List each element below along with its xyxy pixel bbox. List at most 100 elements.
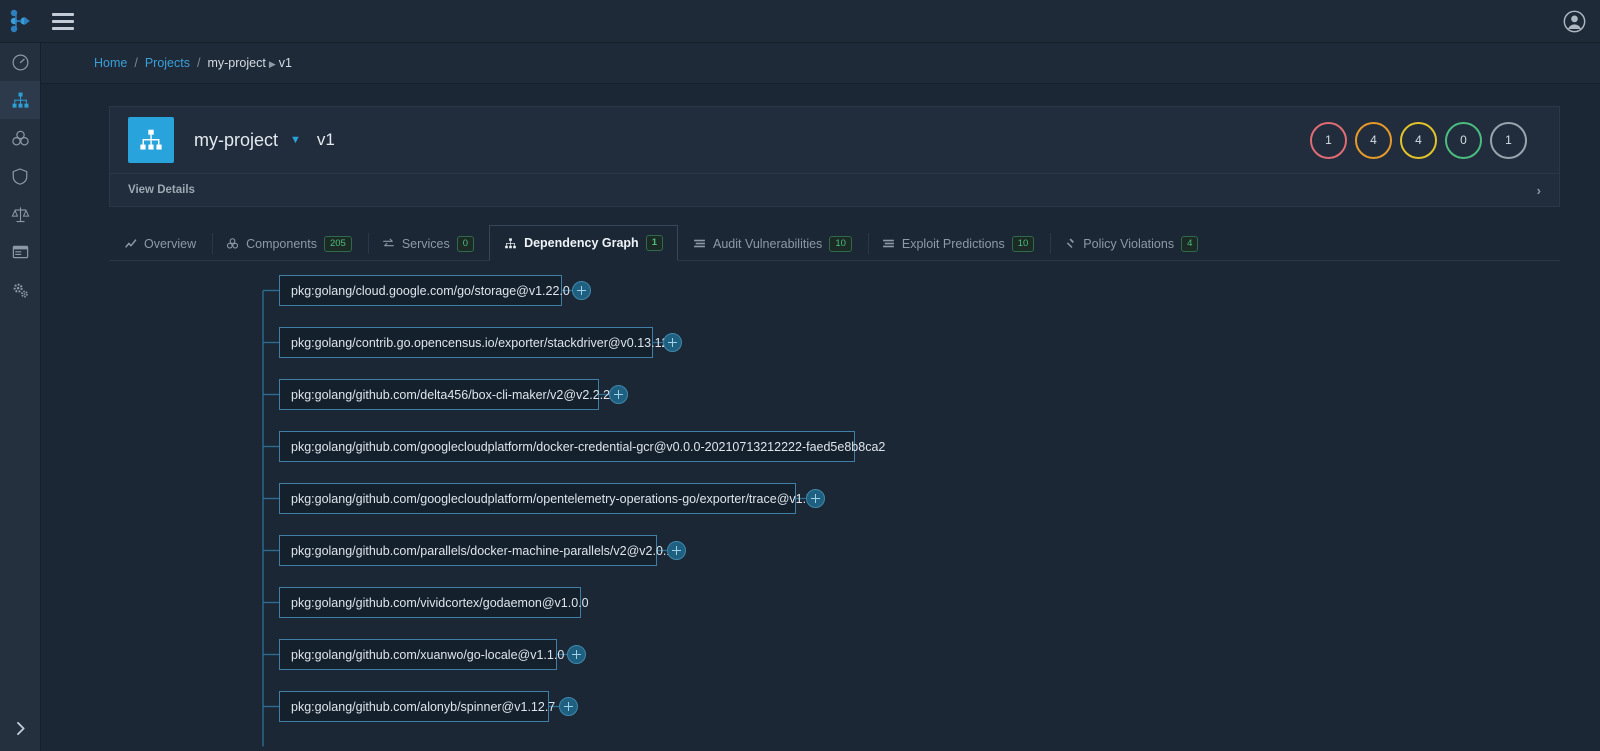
graph-node[interactable]: pkg:golang/github.com/googlecloudplatfor…: [279, 483, 823, 515]
expand-node-button[interactable]: [567, 644, 586, 664]
dependency-graph: pkg:golang/cloud.google.com/go/storage@v…: [109, 261, 1560, 751]
breadcrumb-separator: /: [196, 56, 201, 70]
chart-line-icon: [124, 237, 137, 250]
graph-node-label: pkg:golang/github.com/alonyb/spinner@v1.…: [291, 699, 556, 714]
exchange-icon: [382, 237, 395, 250]
hamburger-bar: [52, 26, 74, 30]
chevron-right-icon: ›: [1536, 182, 1541, 198]
tab-label: Overview: [144, 236, 197, 251]
gavel-icon: [1064, 237, 1076, 250]
graph-node[interactable]: pkg:golang/github.com/parallels/docker-m…: [279, 535, 673, 567]
tab-bar: Overview Components 205 Services 0 Dependency…: [109, 225, 1560, 262]
tab-label: Policy Violations: [1083, 236, 1175, 251]
project-card: my-project ▼ v1 14401 View Details ›: [109, 106, 1560, 207]
tab-label: Dependency Graph: [524, 236, 639, 251]
breadcrumb: Home / Projects / my-project ▶ v1: [41, 43, 1600, 84]
expand-node-button[interactable]: [572, 280, 591, 300]
scales-icon: [11, 206, 29, 222]
sidebar-item-administration[interactable]: [0, 271, 40, 309]
shield-icon: [12, 167, 28, 185]
hamburger-bar: [52, 19, 74, 23]
tab-badge: 0: [456, 235, 475, 252]
tab-services[interactable]: Services 0: [367, 225, 489, 261]
view-details-label: View Details: [128, 184, 195, 196]
graph-node[interactable]: pkg:golang/contrib.go.opencensus.io/expo…: [279, 327, 669, 359]
severity-circle-medium[interactable]: 4: [1400, 121, 1437, 159]
expand-node-button[interactable]: [806, 488, 825, 508]
tab-policy-violations[interactable]: Policy Violations 4: [1049, 225, 1213, 261]
caret-down-icon[interactable]: ▼: [290, 134, 301, 146]
tab-overview[interactable]: Overview: [109, 225, 211, 261]
sitemap-icon: [504, 237, 517, 250]
user-avatar[interactable]: [1548, 10, 1600, 33]
severity-circle-unassigned[interactable]: 1: [1490, 121, 1527, 159]
severity-circle-low[interactable]: 0: [1445, 121, 1482, 159]
list-icon: [693, 237, 706, 250]
sidebar-item-projects[interactable]: [0, 81, 40, 119]
tab-label: Audit Vulnerabilities: [712, 236, 823, 251]
gears-icon: [13, 283, 28, 298]
project-name: my-project: [194, 129, 279, 150]
cubes-icon: [226, 237, 239, 250]
tab-exploit-predictions[interactable]: Exploit Predictions 10: [867, 225, 1049, 261]
severity-circle-critical[interactable]: 1: [1310, 121, 1347, 159]
window-icon: [12, 245, 28, 259]
app-logo[interactable]: [0, 9, 41, 33]
tab-dependency-graph[interactable]: Dependency Graph 1: [489, 225, 678, 262]
graph-node[interactable]: pkg:golang/github.com/delta456/box-cli-m…: [279, 379, 610, 411]
page-content: my-project ▼ v1 14401 View Details › Ove…: [41, 84, 1600, 751]
sidebar-item-reports[interactable]: [0, 233, 40, 271]
sidebar-item-components[interactable]: [0, 119, 40, 157]
tab-label: Exploit Predictions: [901, 236, 1005, 251]
tab-components[interactable]: Components 205: [211, 225, 367, 261]
graph-node[interactable]: pkg:golang/github.com/alonyb/spinner@v1.…: [279, 691, 555, 723]
graph-node[interactable]: pkg:golang/github.com/xuanwo/go-locale@v…: [279, 639, 564, 671]
chevron-right-icon: [16, 721, 25, 735]
dependency-graph-panel: pkg:golang/cloud.google.com/go/storage@v…: [109, 261, 1560, 751]
sidebar-item-dashboard[interactable]: [0, 43, 40, 81]
hamburger-menu-icon[interactable]: [41, 12, 85, 30]
graph-node-label: pkg:golang/github.com/vividcortex/godaem…: [291, 595, 589, 610]
breadcrumb-home[interactable]: Home: [94, 56, 127, 70]
graph-node-label: pkg:golang/contrib.go.opencensus.io/expo…: [291, 335, 669, 350]
hamburger-bar: [52, 12, 74, 16]
sitemap-icon: [12, 92, 28, 108]
cubes-icon: [11, 130, 29, 146]
sidebar-item-licenses[interactable]: [0, 195, 40, 233]
project-version: v1: [316, 130, 335, 149]
body-row: Home / Projects / my-project ▶ v1 my-pro…: [0, 43, 1600, 751]
graph-node[interactable]: pkg:golang/github.com/googlecloudplatfor…: [279, 431, 885, 463]
graph-node[interactable]: pkg:golang/cloud.google.com/go/storage@v…: [279, 275, 570, 307]
graph-node-label: pkg:golang/github.com/googlecloudplatfor…: [291, 491, 824, 506]
tab-label: Services: [401, 236, 450, 251]
main-area: Home / Projects / my-project ▶ v1 my-pro…: [41, 43, 1600, 751]
tab-badge: 1: [645, 235, 663, 252]
view-details-row[interactable]: View Details ›: [110, 173, 1559, 206]
breadcrumb-project-name: my-project: [207, 56, 266, 70]
tab-badge: 10: [1011, 235, 1035, 252]
breadcrumb-separator: /: [134, 56, 138, 70]
graph-node-label: pkg:golang/github.com/xuanwo/go-locale@v…: [291, 647, 565, 662]
sidebar-collapse-toggle[interactable]: [0, 705, 40, 751]
expand-node-button[interactable]: [559, 696, 578, 716]
project-card-header: my-project ▼ v1 14401: [110, 107, 1559, 173]
project-avatar: [128, 117, 174, 163]
user-avatar-icon: [1563, 10, 1585, 32]
tab-badge: 4: [1181, 235, 1199, 252]
breadcrumb-triangle-icon: ▶: [268, 59, 276, 69]
breadcrumb-projects[interactable]: Projects: [145, 56, 190, 70]
expand-node-button[interactable]: [663, 332, 682, 352]
graph-node-label: pkg:golang/github.com/googlecloudplatfor…: [291, 439, 886, 454]
sidebar-item-vulnerabilities[interactable]: [0, 157, 40, 195]
graph-node-label: pkg:golang/cloud.google.com/go/storage@v…: [291, 283, 570, 298]
sitemap-icon: [140, 129, 162, 150]
graph-node[interactable]: pkg:golang/github.com/vividcortex/godaem…: [279, 587, 589, 619]
top-bar: [0, 0, 1600, 43]
expand-node-button[interactable]: [667, 540, 686, 560]
breadcrumb-version: v1: [278, 56, 292, 70]
expand-node-button[interactable]: [609, 384, 628, 404]
sitemap-logo-icon: [10, 9, 30, 33]
severity-circle-high[interactable]: 4: [1355, 121, 1392, 159]
tab-audit-vulnerabilities[interactable]: Audit Vulnerabilities 10: [678, 225, 867, 261]
